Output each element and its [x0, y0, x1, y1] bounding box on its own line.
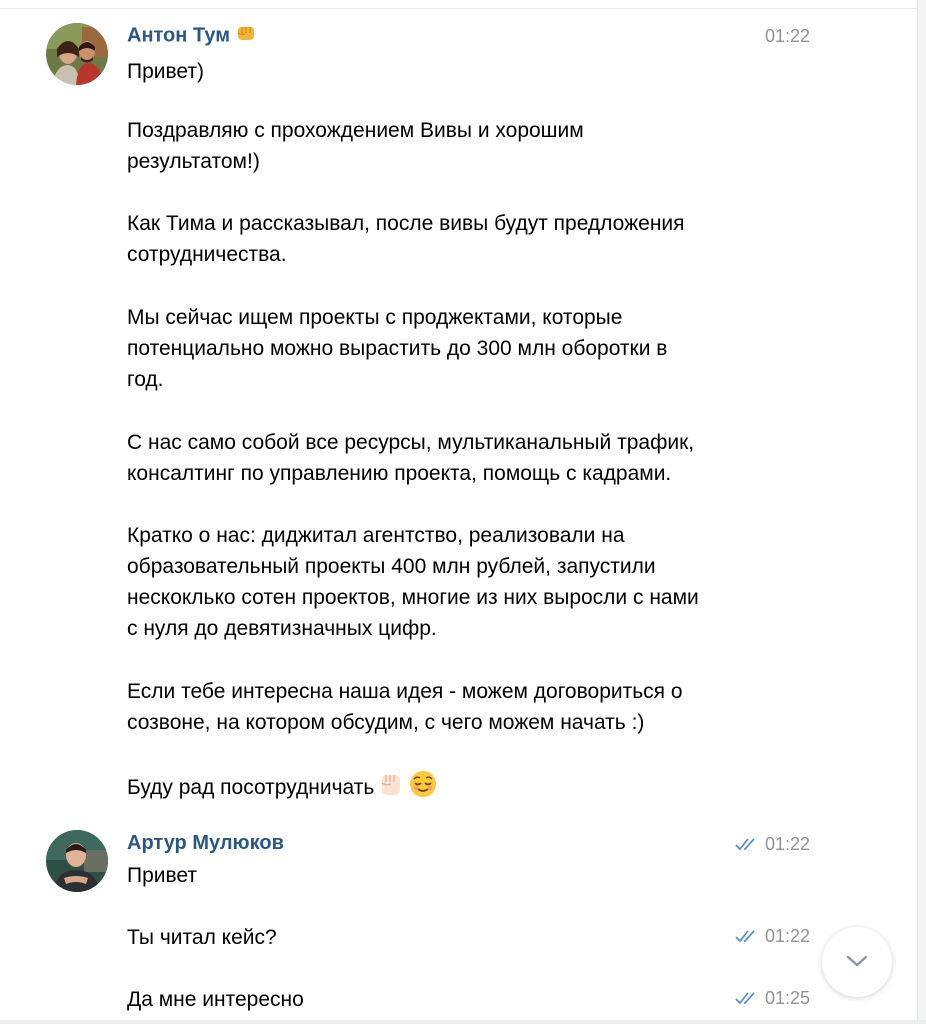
- relieved-face-emoji-icon: [408, 769, 438, 808]
- double-check-icon: [735, 989, 759, 1010]
- message-paragraph: С нас само собой все ресурсы, мультикана…: [127, 431, 695, 485]
- avatar[interactable]: [46, 830, 108, 892]
- message-time-text: 01:22: [764, 26, 810, 46]
- sender-name[interactable]: Антон Тум: [127, 24, 256, 48]
- chevron-down-icon: [846, 955, 868, 967]
- sender-name-text[interactable]: Артур Мулюков: [127, 832, 284, 854]
- message-text: Ты читал кейс?: [127, 926, 277, 949]
- message-time-text: 01:22: [764, 834, 810, 854]
- sender-name[interactable]: Артур Мулюков: [127, 832, 284, 855]
- message-time-text: 01:22: [764, 926, 810, 946]
- message-paragraph: Если тебе интересна наша идея - можем до…: [127, 680, 683, 734]
- message-paragraph: Мы сейчас ищем проекты с проджектами, ко…: [127, 306, 668, 391]
- message-paragraph: Поздравляю с прохождением Вивы и хорошим…: [127, 119, 584, 173]
- message-text: Привет: [127, 864, 198, 887]
- sender-name-text[interactable]: Антон Тум: [127, 24, 230, 46]
- scrollbar[interactable]: [917, 0, 926, 1024]
- fist-emoji-icon: [236, 24, 256, 48]
- avatar[interactable]: [46, 23, 108, 85]
- message-time[interactable]: 01:22: [735, 834, 810, 856]
- top-divider: [0, 0, 926, 9]
- message-closing-line: Буду рад посотрудничать: [127, 769, 438, 808]
- message-paragraph: Как Тима и рассказывал, после вивы будут…: [127, 212, 685, 266]
- message-text: Да мне интересно: [127, 988, 304, 1011]
- message-time[interactable]: 01:22: [765, 26, 810, 47]
- raised-fist-emoji-icon: [376, 769, 406, 808]
- double-check-icon: [735, 835, 759, 856]
- message-time-text: 01:25: [764, 988, 810, 1008]
- double-check-icon: [735, 927, 759, 948]
- chat-history: Антон Тум 01:22 Привет) Поздравляю с про…: [0, 0, 926, 1024]
- message-time[interactable]: 01:22: [735, 926, 810, 948]
- scroll-down-button[interactable]: [822, 927, 892, 997]
- message-paragraph: Привет): [127, 60, 205, 83]
- message-paragraph: Буду рад посотрудничать: [127, 776, 375, 799]
- message-paragraph: Кратко о нас: диджитал агентство, реализ…: [127, 524, 699, 640]
- bottom-divider: [0, 1020, 926, 1024]
- message-time[interactable]: 01:25: [735, 988, 810, 1010]
